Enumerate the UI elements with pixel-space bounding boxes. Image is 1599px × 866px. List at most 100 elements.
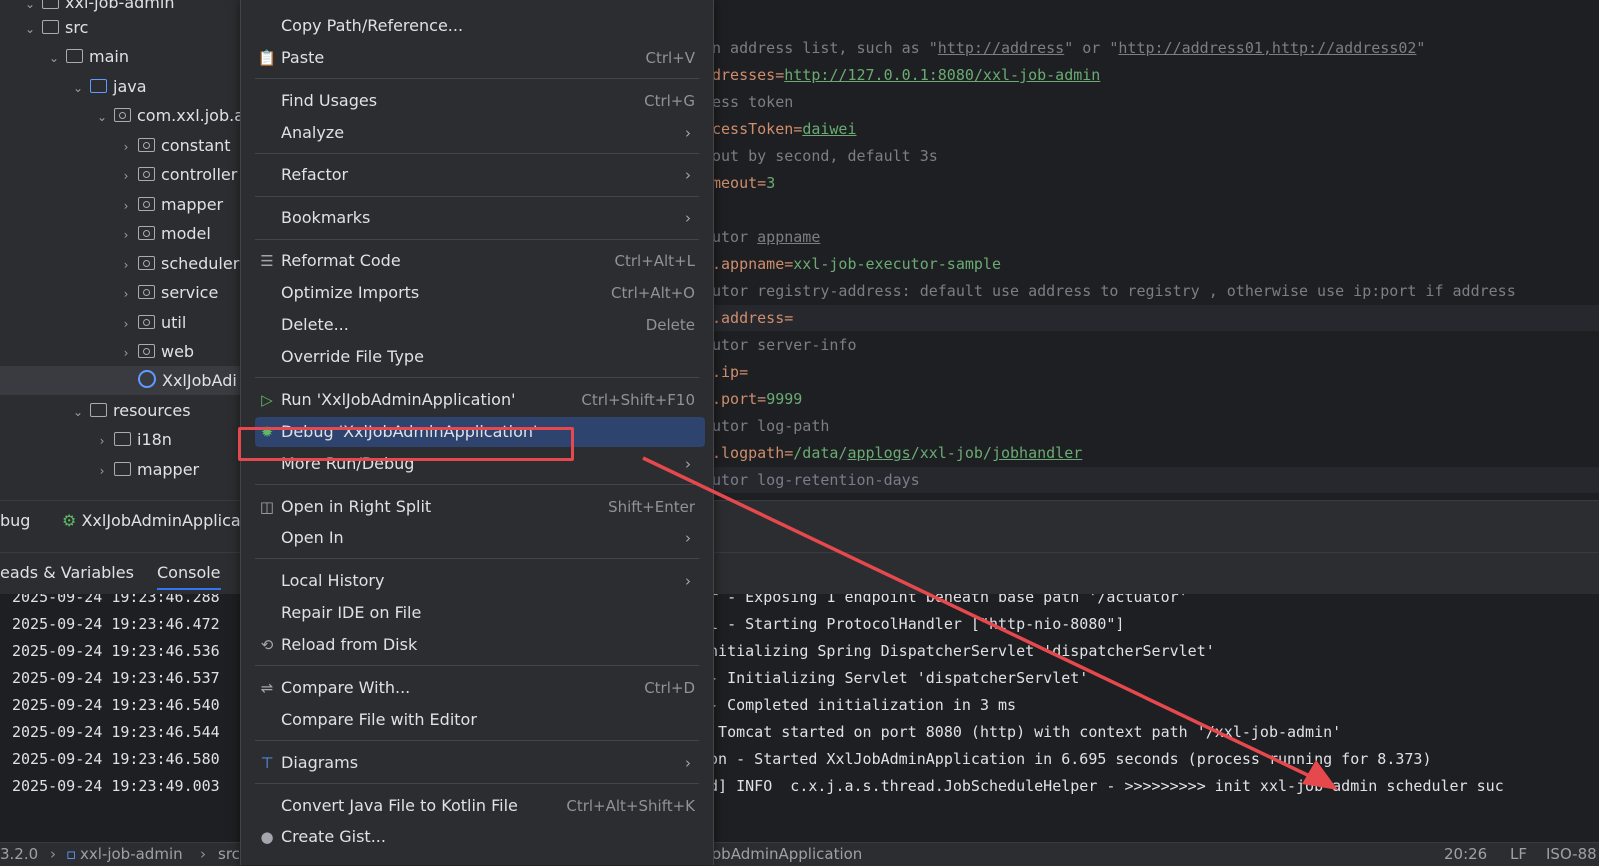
tree-item[interactable]: › constant <box>118 131 240 160</box>
chevron-right-icon[interactable]: › <box>118 221 134 250</box>
chevron-right-icon[interactable]: › <box>94 457 110 486</box>
breadcrumb-file[interactable]: obAdminApplication <box>712 843 862 866</box>
tree-item[interactable]: › scheduler <box>118 249 240 278</box>
breadcrumb-project[interactable]: xxl-job-admin <box>80 843 183 866</box>
code-line: .appname=xxl-job-executor-sample <box>712 251 1001 277</box>
menu-item[interactable]: ⊤ Diagrams › <box>255 748 705 778</box>
menu-item-label: Paste <box>281 48 325 67</box>
file-encoding[interactable]: ISO-88 <box>1546 843 1597 866</box>
tree-item[interactable]: › model <box>118 219 240 248</box>
chevron-right-icon[interactable]: › <box>118 251 134 280</box>
tab-threads-variables[interactable]: eads & Variables <box>0 563 134 582</box>
code-token: meout= <box>712 174 767 192</box>
chevron-right-icon[interactable]: › <box>118 310 134 339</box>
folder-icon <box>90 403 107 417</box>
tab-console[interactable]: Console <box>157 563 221 590</box>
line-ending[interactable]: LF <box>1510 843 1527 866</box>
menu-item[interactable]: Find Usages Ctrl+G <box>255 86 705 116</box>
code-token: applogs <box>847 444 911 462</box>
menu-item[interactable]: Copy Path/Reference... <box>255 11 705 41</box>
menu-item[interactable]: Open In › <box>255 523 705 553</box>
tree-item[interactable]: › controller <box>118 160 240 189</box>
tab-run-config[interactable]: ⚙ XxlJobAdminApplica <box>62 511 241 530</box>
menu-item[interactable]: Compare File with Editor <box>255 705 705 735</box>
code-token: http://address01,http://address02 <box>1118 39 1417 57</box>
chevron-right-icon: › <box>685 529 691 547</box>
code-token: 9999 <box>766 390 803 408</box>
status-version: 3.2.0 <box>0 845 39 863</box>
menu-item-label: Copy Path/Reference... <box>281 16 464 35</box>
menu-item-label: Local History <box>281 571 385 590</box>
breadcrumb-src[interactable]: src <box>218 843 240 866</box>
tree-item[interactable]: › util <box>118 308 240 337</box>
tab-debug[interactable]: bug <box>0 511 30 530</box>
chevron-right-icon[interactable]: › <box>118 280 134 309</box>
breadcrumb-separator: › <box>50 845 56 863</box>
chevron-down-icon[interactable]: ⌄ <box>22 15 38 44</box>
menu-item[interactable]: Optimize Imports Ctrl+Alt+O <box>255 278 705 308</box>
menu-item[interactable]: Convert Java File to Kotlin File Ctrl+Alt… <box>255 791 705 821</box>
tree-item[interactable]: › mapper <box>118 190 240 219</box>
log-timestamp: 2025-09-24 19:23:49.003 <box>12 777 220 795</box>
tree-item[interactable]: › mapper <box>94 455 240 484</box>
chevron-down-icon[interactable]: ⌄ <box>94 103 110 132</box>
tree-item[interactable]: › service <box>118 278 240 307</box>
menu-item[interactable]: ● Create Gist... <box>255 822 705 852</box>
module-icon: ▫ <box>66 845 77 863</box>
tree-item-label: scheduler <box>161 254 240 273</box>
chevron-right-icon[interactable]: › <box>118 133 134 162</box>
menu-item-label: Run 'XxlJobAdminApplication' <box>281 390 516 409</box>
chevron-right-icon[interactable]: › <box>94 427 110 456</box>
caret-position[interactable]: 20:26 <box>1444 843 1487 866</box>
menu-item[interactable]: ⇌ Compare With... Ctrl+D <box>255 673 705 703</box>
chevron-down-icon[interactable]: ⌄ <box>46 44 62 73</box>
menu-item[interactable]: ⟲ Reload from Disk <box>255 630 705 660</box>
code-line: .address= <box>712 305 1599 331</box>
menu-item[interactable]: Repair IDE on File <box>255 598 705 628</box>
tree-item-label: service <box>161 283 219 302</box>
chevron-down-icon[interactable]: ⌄ <box>70 74 86 103</box>
editor-pane[interactable]: n address list, such as "http://address"… <box>712 0 1599 500</box>
reformat-icon: ☰ <box>260 252 274 270</box>
tree-item[interactable]: ⌄ main <box>46 42 240 71</box>
menu-separator <box>255 484 699 485</box>
tree-item[interactable]: ⌄ resources <box>70 396 240 425</box>
menu-shortcut: Ctrl+Shift+F10 <box>581 391 695 409</box>
chevron-right-icon[interactable]: › <box>118 192 134 221</box>
chevron-right-icon[interactable]: › <box>118 162 134 191</box>
tree-item[interactable]: › web <box>118 337 240 366</box>
chevron-down-icon[interactable]: ⌄ <box>70 398 86 427</box>
menu-separator <box>255 665 699 666</box>
code-token: appname <box>757 228 821 246</box>
tree-item[interactable]: ⌄ src <box>22 13 240 42</box>
menu-item[interactable]: Refactor › <box>255 160 705 190</box>
menu-item-label: Optimize Imports <box>281 283 420 302</box>
menu-item[interactable]: Analyze › <box>255 118 705 148</box>
highlight-box <box>238 427 574 461</box>
tree-item-label: mapper <box>137 460 200 479</box>
tree-item-label: xxl-job-admin <box>65 0 175 12</box>
chevron-right-icon[interactable]: › <box>118 339 134 368</box>
log-timestamp: 2025-09-24 19:23:46.537 <box>12 669 220 687</box>
tree-item[interactable]: ⌄ com.xxl.job.a <box>94 101 240 130</box>
menu-item[interactable]: Local History › <box>255 566 705 596</box>
tree-item[interactable]: › i18n <box>94 425 240 454</box>
tree-item[interactable]: ⌄ java <box>70 72 240 101</box>
log-message: ion - Started XxlJobAdminApplication in … <box>700 750 1432 768</box>
menu-item[interactable]: Delete... Delete <box>255 310 705 340</box>
project-tree[interactable]: ⌄ xxl-job-admin ⌄ src ⌄ main ⌄ java ⌄ com.xxl.job… <box>0 0 240 500</box>
source-folder-icon <box>90 79 107 93</box>
menu-item[interactable]: ☰ Reformat Code Ctrl+Alt+L <box>255 246 705 276</box>
menu-item[interactable]: Override File Type <box>255 342 705 372</box>
package-icon <box>138 256 155 270</box>
tree-item[interactable]: XxlJobAdi <box>0 366 240 395</box>
menu-item[interactable]: ◫ Open in Right Split Shift+Enter <box>255 492 705 522</box>
menu-item[interactable]: 📋 Paste Ctrl+V <box>255 43 705 73</box>
clipboard-icon: 📋 <box>257 49 277 67</box>
code-token: /data/ <box>793 444 848 462</box>
code-token: .port= <box>712 390 767 408</box>
menu-item-label: Diagrams <box>281 753 359 772</box>
menu-item[interactable]: ▷ Run 'XxlJobAdminApplication' Ctrl+Shift+… <box>255 385 705 415</box>
menu-item[interactable]: Bookmarks › <box>255 203 705 233</box>
menu-separator <box>255 558 699 559</box>
